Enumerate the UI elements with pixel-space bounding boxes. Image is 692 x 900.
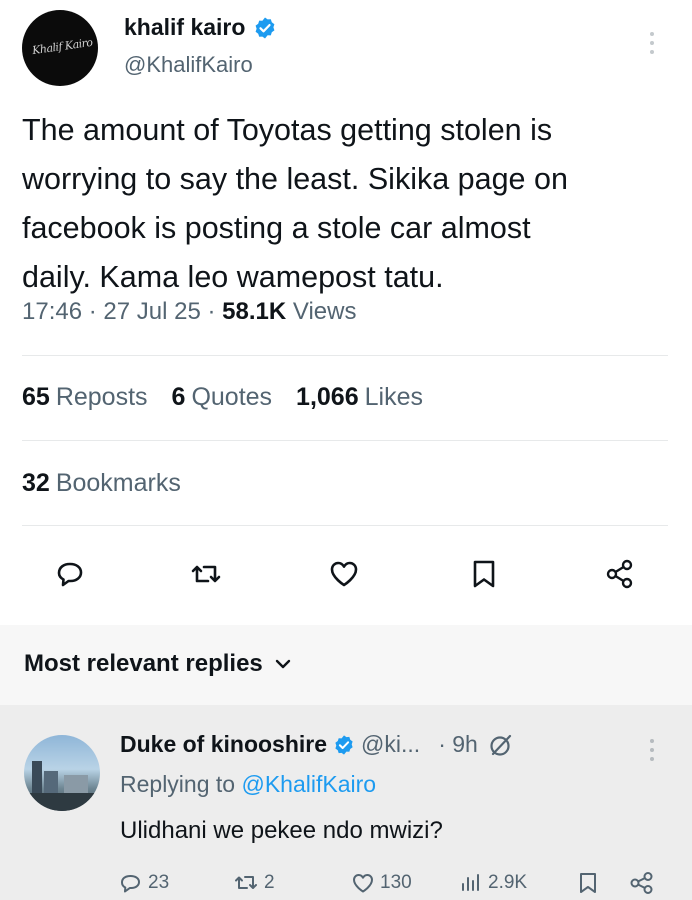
reply-tweet[interactable]: Duke of kinooshire @ki... · 9h Replying …	[0, 705, 692, 900]
likes-label: Likes	[364, 383, 423, 411]
meta-separator: ·	[88, 298, 97, 325]
reply-avatar[interactable]	[24, 735, 100, 811]
repost-icon	[235, 876, 257, 889]
more-options-icon[interactable]	[642, 735, 662, 765]
divider	[22, 440, 668, 441]
tweet-meta: 17:46 · 27 Jul 25 · 58.1K Views	[22, 298, 356, 326]
reply-icon[interactable]	[52, 556, 88, 592]
reply-time[interactable]: · 9h	[438, 731, 478, 758]
reply-action-bar: 23 2 130 2.9K	[0, 870, 692, 900]
quotes-label: Quotes	[191, 383, 273, 411]
avatar-signature: Khalif Kairo	[31, 35, 94, 58]
share-icon[interactable]	[602, 556, 638, 592]
reply-text: Ulidhani we pekee ndo mwizi?	[120, 817, 443, 844]
reposts-label: Reposts	[55, 383, 148, 411]
views-label: Views	[292, 298, 357, 325]
likes-count: 1,066	[296, 383, 359, 411]
divider	[22, 525, 668, 526]
author-handle[interactable]: @KhalifKairo	[124, 52, 253, 78]
author-display-name[interactable]: khalif kairo	[124, 14, 245, 41]
divider	[22, 355, 668, 356]
bookmarks-count: 32	[22, 469, 50, 497]
bookmarks-label: Bookmarks	[55, 469, 181, 497]
main-post: Khalif Kairo khalif kairo @KhalifKairo T…	[0, 0, 692, 625]
quotes-count: 6	[171, 383, 186, 411]
replies-sort-dropdown[interactable]: Most relevant replies	[24, 650, 291, 678]
reply-replies-count: 23	[148, 872, 170, 893]
reposts-count: 65	[22, 383, 50, 411]
reply-header: Duke of kinooshire @ki... · 9h	[120, 731, 514, 758]
reply-author-name[interactable]: Duke of kinooshire	[120, 731, 327, 758]
chevron-down-icon	[275, 659, 290, 669]
tweet-action-bar	[0, 556, 692, 596]
replying-mention-link[interactable]: @KhalifKairo	[241, 771, 376, 797]
views-icon	[462, 874, 479, 891]
engagement-stats: 65 Reposts 6 Quotes 1,066 Likes	[22, 383, 423, 412]
bookmark-icon[interactable]	[576, 870, 600, 896]
replying-prefix: Replying to	[120, 771, 236, 797]
meta-separator: ·	[207, 298, 216, 325]
verified-badge-icon	[335, 734, 353, 755]
replying-to: Replying to @KhalifKairo	[120, 771, 376, 798]
repost-icon[interactable]	[188, 556, 224, 592]
bookmark-icon[interactable]	[466, 556, 502, 592]
bookmarks-stat[interactable]: 32 Bookmarks	[22, 469, 181, 498]
author-name-row: khalif kairo	[124, 14, 277, 41]
share-icon[interactable]	[628, 870, 656, 896]
like-icon[interactable]	[326, 556, 362, 592]
reposts-stat[interactable]: 65 Reposts	[22, 383, 148, 412]
tweet-text: The amount of Toyotas getting stolen is …	[22, 113, 568, 294]
author-avatar[interactable]: Khalif Kairo	[22, 10, 98, 86]
like-icon	[353, 874, 373, 893]
reply-likes-count: 130	[380, 872, 412, 893]
reply-author-handle[interactable]: @ki...	[361, 731, 420, 758]
reply-icon	[121, 875, 140, 893]
reply-repost-button[interactable]: 2	[232, 870, 275, 896]
views-count: 58.1K	[222, 298, 287, 325]
likes-stat[interactable]: 1,066 Likes	[296, 383, 423, 412]
grok-icon[interactable]	[488, 732, 514, 758]
reply-views-button[interactable]: 2.9K	[458, 870, 527, 896]
tweet-time[interactable]: 17:46	[22, 298, 82, 325]
reply-reposts-count: 2	[264, 872, 275, 893]
quotes-stat[interactable]: 6 Quotes	[172, 383, 273, 412]
verified-badge-icon	[256, 17, 275, 38]
more-options-icon[interactable]	[642, 28, 662, 58]
replies-section-title: Most relevant replies	[24, 650, 263, 677]
reply-like-button[interactable]: 130	[350, 870, 412, 896]
tweet-date[interactable]: 27 Jul 25	[103, 298, 200, 325]
reply-reply-button[interactable]: 23	[118, 870, 169, 896]
reply-views-count: 2.9K	[488, 872, 528, 893]
